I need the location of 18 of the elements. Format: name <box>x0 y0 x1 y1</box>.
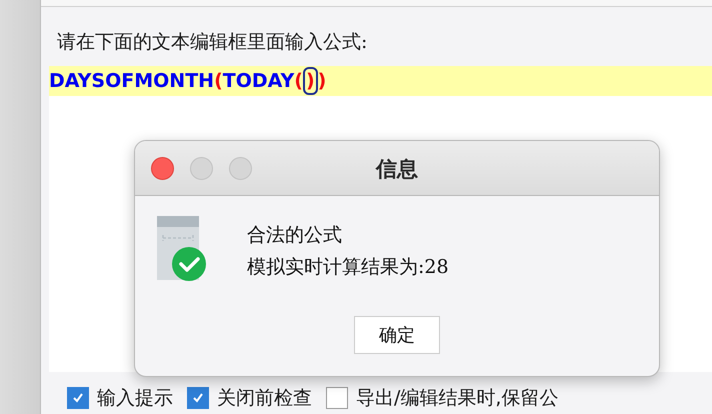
message-text: 合法的公式 <box>247 223 343 248</box>
parenthesis-token: ) <box>306 70 315 92</box>
checkbox[interactable] <box>187 387 209 409</box>
message-text: 模拟实时计算结果为:28 <box>247 255 449 280</box>
close-button[interactable] <box>151 156 174 180</box>
function-token: TODAY <box>222 70 294 92</box>
checkbox-label: 输入提示 <box>97 386 173 411</box>
ok-button[interactable]: 确定 <box>354 316 440 354</box>
checkbox[interactable] <box>67 387 89 409</box>
parenthesis-token: ) <box>318 70 326 92</box>
prompt-label: 请在下面的文本编辑框里面输入公式: <box>56 30 368 55</box>
dialog-title: 信息 <box>374 156 419 183</box>
checkbox[interactable] <box>326 387 348 409</box>
parenthesis-token: ( <box>214 70 223 92</box>
checkbox-label: 导出/编辑结果时,保留公 <box>356 386 558 411</box>
checkbox-label: 关闭前检查 <box>217 386 312 411</box>
parenthesis-token: ( <box>294 70 303 92</box>
function-token: DAYSOFMONTH <box>49 70 214 92</box>
